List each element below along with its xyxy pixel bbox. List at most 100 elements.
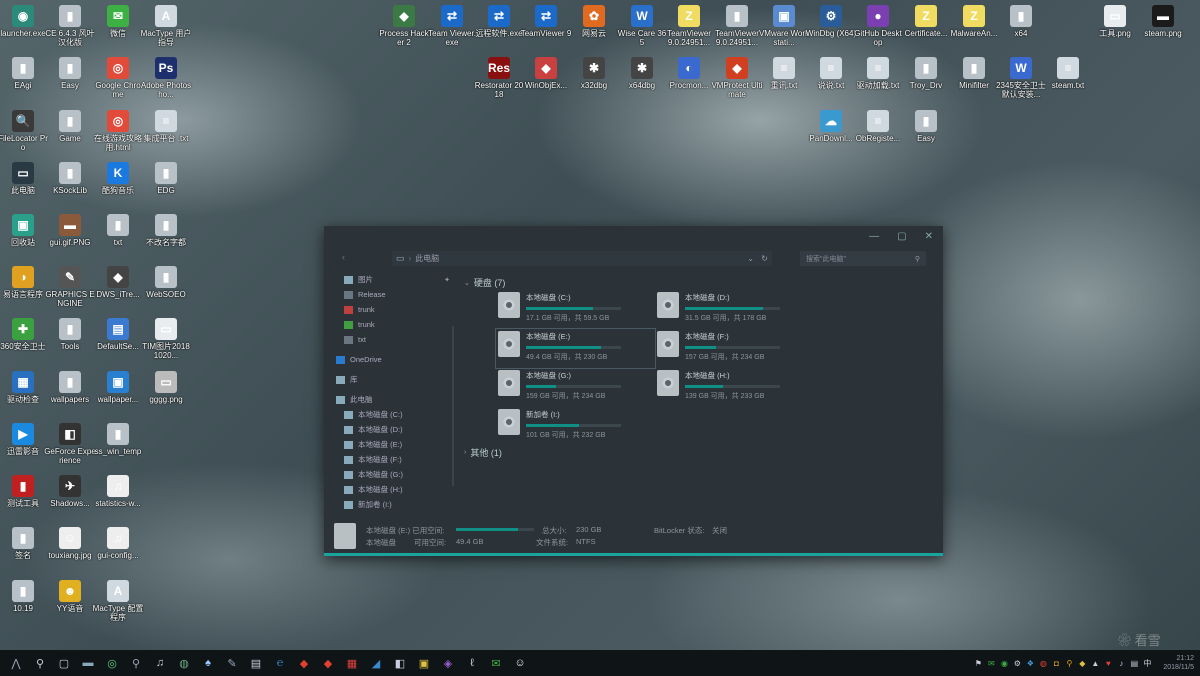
start-icon[interactable]: ⋀ <box>5 650 27 676</box>
desktop-icon[interactable]: ▮ EDG <box>140 162 192 195</box>
nav-item[interactable]: 本地磁盘 (E:) <box>336 437 456 452</box>
face-taskbar-icon[interactable]: ☺ <box>509 650 531 676</box>
group-header-drives[interactable]: ⌄ 硬盘 (7) <box>464 276 505 289</box>
desktop-icon[interactable]: ♫ gui-config... <box>92 527 144 560</box>
wechat-taskbar-icon[interactable]: ✉ <box>485 650 507 676</box>
desktop-icon[interactable]: ▮ Minifilter <box>948 57 1000 90</box>
app-yellow-taskbar-icon[interactable]: ▣ <box>413 650 435 676</box>
desktop-icon[interactable]: W 2345安全卫士默认安装... <box>995 57 1047 99</box>
desktop-icon[interactable]: ✿ 网易云 <box>568 5 620 38</box>
app-blue-taskbar-icon[interactable]: ◢ <box>365 650 387 676</box>
desktop-icon[interactable]: ▮ 签名 <box>0 527 49 560</box>
desktop-icon[interactable]: ☺ touxiang.jpg <box>44 527 96 560</box>
nav-item[interactable]: 本地磁盘 (C:) <box>336 407 456 422</box>
desktop-icon[interactable]: Res Restorator 2018 <box>473 57 525 99</box>
wechat-tray-icon[interactable]: ✉ <box>986 658 996 668</box>
desktop-icon[interactable]: ⇄ Team Viewer.exe <box>426 5 478 47</box>
search-icon[interactable]: ⚲ <box>29 650 51 676</box>
desktop-icon[interactable]: ▮ TeamViewer 9.0.24951... <box>711 5 763 47</box>
desktop-icon[interactable]: ▮ Tools <box>44 318 96 351</box>
maximize-button[interactable]: ▢ <box>897 231 906 242</box>
desktop-icon[interactable]: ◆ VMProtect Ultimate <box>711 57 763 99</box>
desktop-icon[interactable]: ▮ txt <box>92 214 144 247</box>
explorer-taskbar-icon[interactable]: ▬ <box>77 650 99 676</box>
desktop-icon[interactable]: ▭ gggg.png <box>140 371 192 404</box>
nav-item[interactable]: OneDrive <box>336 352 456 367</box>
nav-item[interactable]: 本地磁盘 (G:) <box>336 467 456 482</box>
close-button[interactable]: ✕ <box>925 231 933 242</box>
volume-icon[interactable]: ♪ <box>1116 658 1126 668</box>
desktop-icon[interactable]: ▭ TIM图片20181020... <box>140 318 192 360</box>
desktop-icon[interactable]: ≡ 集成平台 .txt <box>140 110 192 143</box>
desktop-icon[interactable]: ▮ CE 6.4.3 风叶汉化版 <box>44 5 96 47</box>
desktop-icon[interactable]: ✚ 360安全卫士 <box>0 318 49 351</box>
desktop-icon[interactable]: ▮ wallpapers <box>44 371 96 404</box>
desktop-icon[interactable]: ◆ DWS_iTre... <box>92 266 144 299</box>
nav-item[interactable]: 新加卷 (I:) <box>336 497 456 512</box>
nav-item[interactable]: 本地磁盘 (F:) <box>336 452 456 467</box>
drive-tile[interactable]: 本地磁盘 (E:) 49.4 GB 可用，共 230 GB <box>495 328 656 369</box>
back-icon[interactable]: ‹ <box>342 252 345 262</box>
desktop-icon[interactable]: Z TeamViewer 9.0.24951... <box>663 5 715 47</box>
ime-icon[interactable]: 中 <box>1142 658 1152 668</box>
tray-app-7[interactable]: ◆ <box>1077 658 1087 668</box>
nav-item[interactable]: Release <box>336 287 456 302</box>
tray-app-6[interactable]: ⚲ <box>1064 658 1074 668</box>
desktop-icon[interactable]: ◑ 易语言程序 <box>0 266 49 299</box>
drive-tile[interactable]: 新加卷 (I:) 101 GB 可用，共 232 GB <box>498 409 653 444</box>
clock[interactable]: 21:12 2018/11/5 <box>1163 654 1194 672</box>
address-bar[interactable]: ▭ › 此电脑 ⌄ ↻ <box>392 251 772 266</box>
minimize-button[interactable]: — <box>869 231 879 242</box>
desktop-icon[interactable]: ▤ DefaultSe... <box>92 318 144 351</box>
drive-tile[interactable]: 本地磁盘 (C:) 17.1 GB 可用，共 59.5 GB <box>498 292 653 327</box>
nav-scrollbar[interactable] <box>452 326 454 486</box>
edge-taskbar-icon[interactable]: ℮ <box>269 650 291 676</box>
desktop-icon[interactable]: W Wise Care 365 <box>616 5 668 47</box>
qq-taskbar-icon[interactable]: ♠ <box>197 650 219 676</box>
address-dropdown-icon[interactable]: ⌄ <box>747 254 754 263</box>
nav-item[interactable]: txt <box>336 332 456 347</box>
network-icon[interactable]: ▤ <box>1129 658 1139 668</box>
person-tray-icon[interactable]: ⚑ <box>973 658 983 668</box>
desktop-icon[interactable]: ▮ Game <box>44 110 96 143</box>
desktop-icon[interactable]: ≡ steam.txt <box>1042 57 1094 90</box>
tool-taskbar-icon[interactable]: ✎ <box>221 650 243 676</box>
desktop-icon[interactable]: ▮ Troy_Drv <box>900 57 952 90</box>
nav-item[interactable]: trunk <box>336 317 456 332</box>
nav-item[interactable]: 本地磁盘 (D:) <box>336 422 456 437</box>
desktop-icon[interactable]: ≡ ObRegiste... <box>852 110 904 143</box>
desktop-icon[interactable]: ◐ Procmon... <box>663 57 715 90</box>
desktop-icon[interactable]: ≡ 驱动加载.txt <box>852 57 904 90</box>
desktop-icon[interactable]: ◎ 在线游戏攻略用.html <box>92 110 144 152</box>
nav-item[interactable]: trunk <box>336 302 456 317</box>
desktop-icon[interactable]: 🔍 FileLocator Pro <box>0 110 49 152</box>
task-view-icon[interactable]: ▢ <box>53 650 75 676</box>
desktop-icon[interactable]: ◉ launcher.exe <box>0 5 49 38</box>
desktop-icon[interactable]: ▮ WebSOEO <box>140 266 192 299</box>
desktop-icon[interactable]: ▬ steam.png <box>1137 5 1189 38</box>
app-window-taskbar-icon[interactable]: ◧ <box>389 650 411 676</box>
desktop-icon[interactable]: ▣ wallpaper... <box>92 371 144 404</box>
drive-tile[interactable]: 本地磁盘 (G:) 159 GB 可用，共 234 GB <box>498 370 653 405</box>
desktop-icon[interactable]: ✱ x64dbg <box>616 57 668 90</box>
music-taskbar-icon[interactable]: ♫ <box>149 650 171 676</box>
desktop-icon[interactable]: ✎ GRAPHICS ENGINE <box>44 266 96 308</box>
tray-app-1[interactable]: ◉ <box>999 658 1009 668</box>
desktop-icon[interactable]: ◎ Google Chrome <box>92 57 144 99</box>
desktop-icon[interactable]: ▮ ss_win_temp <box>92 423 144 456</box>
desktop-icon[interactable]: ▭ 工具.png <box>1089 5 1141 38</box>
chrome-taskbar-icon[interactable]: ◎ <box>101 650 123 676</box>
everything-taskbar-icon[interactable]: ⚲ <box>125 650 147 676</box>
desktop-icon[interactable]: ▮ 测试工具 <box>0 475 49 508</box>
tray-app-4[interactable]: ◍ <box>1038 658 1048 668</box>
desktop-icon[interactable]: ▶ 迅雷影音 <box>0 423 49 456</box>
desktop-icon[interactable]: ⇄ TeamViewer 9 <box>520 5 572 38</box>
desktop-icon[interactable]: ▭ 此电脑 <box>0 162 49 195</box>
desktop-icon[interactable]: ☁ PanDownl... <box>805 110 857 143</box>
visual-studio-taskbar-icon[interactable]: ◈ <box>437 650 459 676</box>
pin-icon[interactable]: ✦ <box>444 276 450 284</box>
desktop-icon[interactable]: A MacType 配置程序 <box>92 580 144 622</box>
drive-tile[interactable]: 本地磁盘 (D:) 31.5 GB 可用，共 178 GB <box>657 292 812 327</box>
desktop-icon[interactable]: A MacType 用户指导 <box>140 5 192 47</box>
desktop-icon[interactable]: ☻ YY语音 <box>44 580 96 613</box>
